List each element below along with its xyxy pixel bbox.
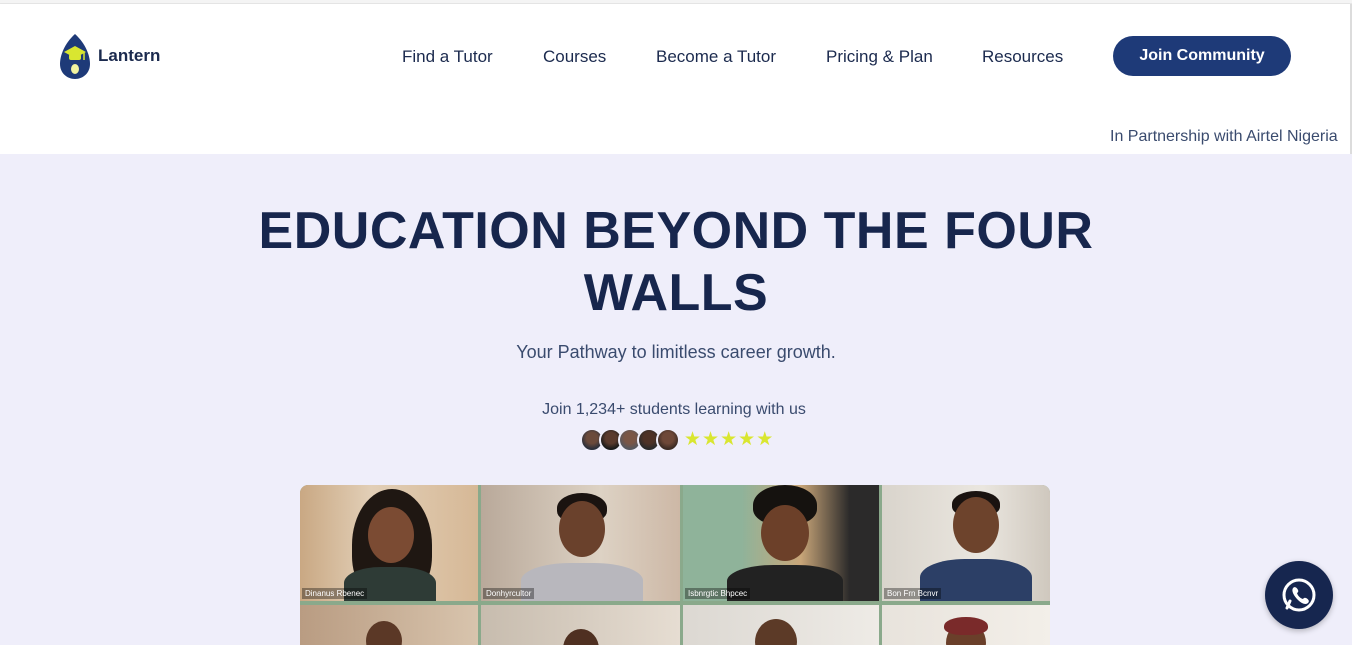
star-icon: ★ [756,429,774,450]
star-icon: ★ [702,429,720,450]
avatar [656,428,680,452]
participant-name-tag: Dinanus Rbenec [302,588,368,599]
rating-stars: ★ ★ ★ ★ ★ [684,429,773,451]
participant-name-tag: Donhyrcultor [483,588,535,599]
nav-resources[interactable]: Resources [982,47,1063,67]
video-tile [882,605,1050,645]
star-icon: ★ [738,429,756,450]
video-tile [683,605,879,645]
hero-subtitle: Your Pathway to limitless career growth. [516,342,836,362]
video-call-image: Dinanus Rbenec Donhyrcultor Isbnrgtic Bh… [300,485,1050,645]
ticker-text: In Partnership with Airtel Nigeria [1110,128,1338,145]
star-icon: ★ [684,429,702,450]
nav-courses[interactable]: Courses [543,47,606,67]
participant-name-tag: Bon Frn Bcnvr [884,588,942,599]
video-tile: Bon Frn Bcnvr [882,485,1050,601]
star-icon: ★ [720,429,738,450]
student-avatars [580,428,680,452]
video-tile [481,605,680,645]
nav-pricing-plan[interactable]: Pricing & Plan [826,47,933,67]
site-header: Lantern Find a Tutor Courses Become a Tu… [0,4,1350,110]
join-community-button[interactable]: Join Community [1113,36,1291,76]
nav-become-a-tutor[interactable]: Become a Tutor [656,47,776,67]
partnership-ticker: In Partnership with Airtel Nigeria [0,110,1352,154]
video-tile [300,605,478,645]
video-tile: Dinanus Rbenec [300,485,478,601]
nav-find-a-tutor[interactable]: Find a Tutor [402,47,493,67]
chat-support-button[interactable] [1265,561,1333,629]
hero-title: EDUCATION BEYOND THE FOUR WALLS [258,202,1094,322]
phone-chat-icon [1282,578,1316,612]
students-count-text: Join 1,234+ students learning with us [542,401,806,418]
video-tile: Isbnrgtic Bhpcec [683,485,879,601]
participant-name-tag: Isbnrgtic Bhpcec [685,588,751,599]
video-tile: Donhyrcultor [481,485,680,601]
